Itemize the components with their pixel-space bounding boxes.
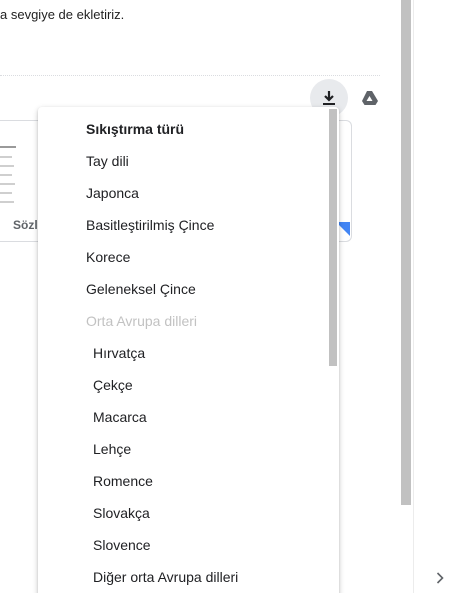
- preview-line: [0, 174, 12, 176]
- menu-item-macarca[interactable]: Macarca: [93, 401, 147, 433]
- page-scrollbar[interactable]: [401, 0, 411, 505]
- preview-line: [0, 146, 16, 148]
- menu-item-lehce[interactable]: Lehçe: [93, 433, 131, 465]
- divider: [0, 75, 380, 76]
- menu-item-slovence[interactable]: Slovence: [93, 529, 151, 561]
- menu-item-cekce[interactable]: Çekçe: [93, 369, 133, 401]
- menu-item-romence[interactable]: Romence: [93, 465, 153, 497]
- menu-header: Sıkıştırma türü: [86, 121, 185, 137]
- preview-line: [0, 183, 15, 185]
- menu-item-slovakca[interactable]: Slovakça: [93, 497, 150, 529]
- menu-item-diger-orta-avrupa-dilleri[interactable]: Diğer orta Avrupa dilleri: [93, 561, 238, 593]
- side-panel-border: [413, 0, 414, 593]
- menu-item-korece[interactable]: Korece: [86, 241, 130, 273]
- menu-scrollbar[interactable]: [329, 109, 337, 366]
- drive-icon: [362, 91, 378, 105]
- encoding-dropdown-menu[interactable]: Sıkıştırma türü Tay dili Japonca Basitle…: [38, 107, 339, 593]
- menu-group-label: Orta Avrupa dilleri: [86, 313, 198, 329]
- menu-item-hirvatca[interactable]: Hırvatça: [93, 337, 145, 369]
- save-to-drive-button[interactable]: [357, 84, 383, 112]
- menu-item-basitlestirilmis-cince[interactable]: Basitleştirilmiş Çince: [86, 209, 214, 241]
- download-icon: [323, 91, 335, 105]
- email-body-text: a sevgiye de ekletiriz.: [0, 7, 125, 22]
- menu-item-tay-dili[interactable]: Tay dili: [86, 145, 129, 177]
- menu-item-geleneksel-cince[interactable]: Geleneksel Çince: [86, 273, 196, 305]
- chevron-right-icon: [436, 572, 444, 584]
- preview-line: [0, 156, 12, 158]
- preview-line: [0, 165, 14, 167]
- menu-item-japonca[interactable]: Japonca: [86, 177, 139, 209]
- expand-side-panel-button[interactable]: [433, 569, 447, 587]
- preview-line: [0, 201, 14, 203]
- preview-line: [0, 192, 12, 194]
